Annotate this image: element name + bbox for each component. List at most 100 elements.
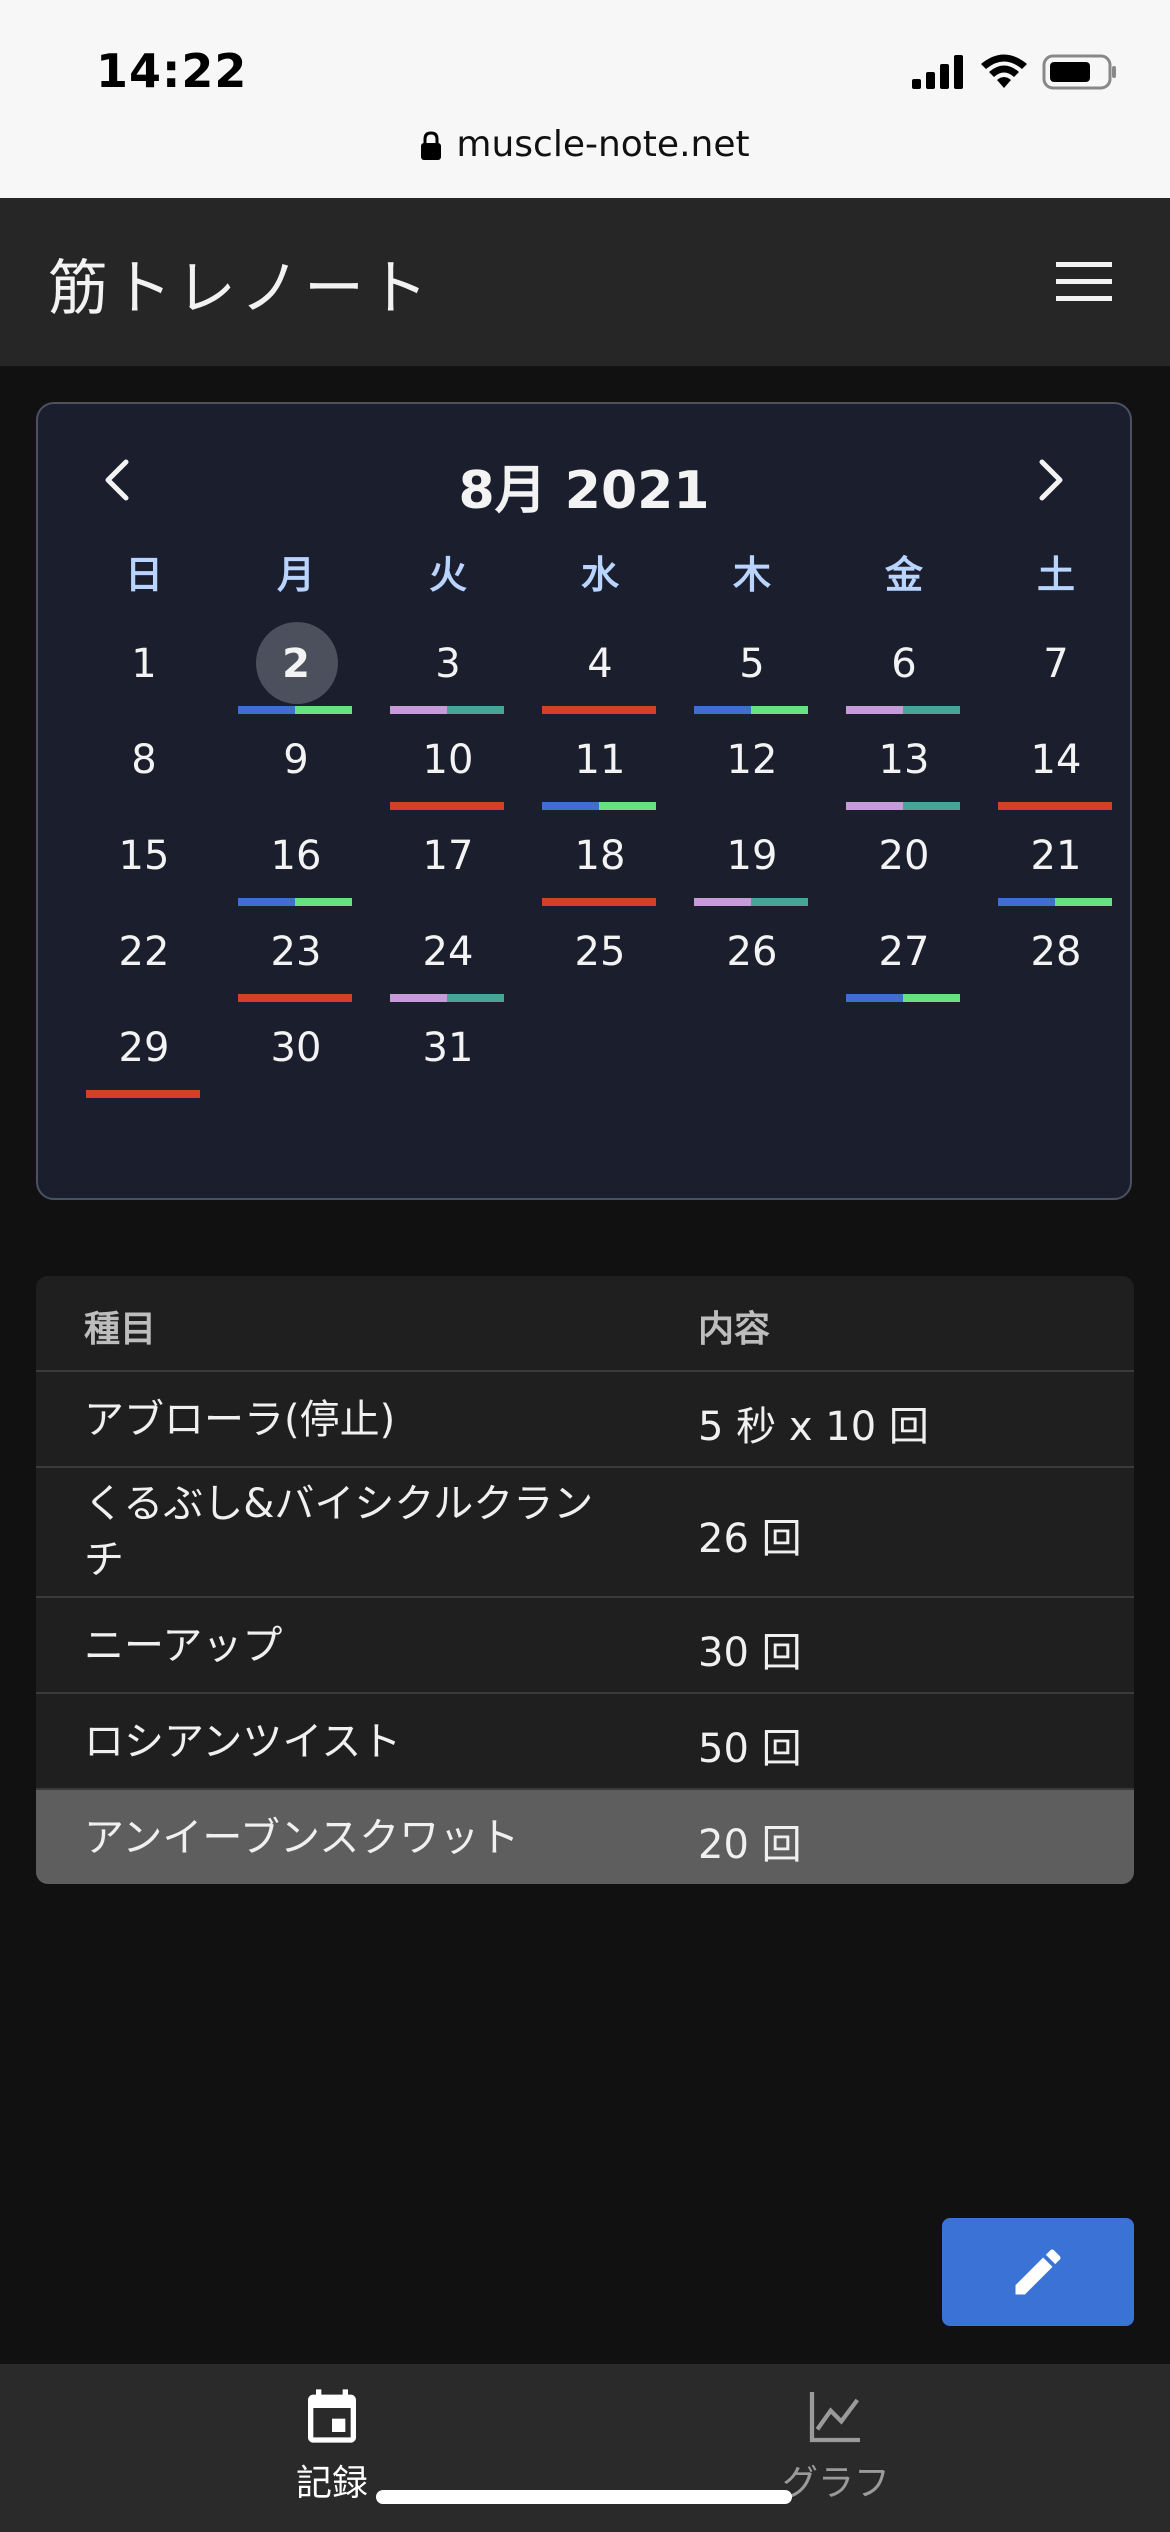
day-number: 29: [118, 1025, 170, 1071]
workout-marker-segment: [903, 802, 960, 810]
workout-marker-segment: [751, 706, 808, 714]
workout-marker-segment: [599, 802, 656, 810]
day-number: 1: [131, 641, 157, 687]
day-number: 20: [878, 833, 930, 879]
workout-marker-bar: [846, 706, 960, 714]
calendar-day[interactable]: 22: [68, 912, 220, 1008]
workout-marker-bar: [390, 802, 504, 810]
calendar-day[interactable]: 23: [220, 912, 372, 1008]
workout-marker-bar: [998, 802, 1112, 810]
workout-marker-segment: [447, 706, 504, 714]
calendar-day[interactable]: 19: [676, 816, 828, 912]
table-header-row: 種目 内容: [36, 1276, 1134, 1372]
workout-marker-segment: [694, 706, 751, 714]
day-number: 17: [422, 833, 474, 879]
battery-icon: [1042, 54, 1116, 90]
day-number: 28: [1030, 929, 1082, 975]
exercise-detail: 50 回: [698, 1726, 802, 1772]
calendar-day[interactable]: 4: [524, 624, 676, 720]
workout-marker-segment: [846, 802, 903, 810]
workout-marker-bar: [846, 994, 960, 1002]
bottom-navigation: 記録 グラフ: [0, 2364, 1170, 2532]
workout-marker-segment: [542, 898, 656, 906]
workout-marker-segment: [1055, 898, 1112, 906]
calendar-day[interactable]: 10: [372, 720, 524, 816]
calendar: 8月 2021 日月火水木金土 1 2 3 4 5 6 7 8 9 10 11 12 13 14 15 16 1…: [36, 402, 1132, 1200]
calendar-day[interactable]: 9: [220, 720, 372, 816]
workout-marker-bar: [390, 994, 504, 1002]
workout-marker-segment: [694, 898, 751, 906]
calendar-day[interactable]: 7: [980, 624, 1132, 720]
calendar-day[interactable]: 11: [524, 720, 676, 816]
address-bar[interactable]: muscle-note.net: [0, 124, 1170, 165]
calendar-day[interactable]: 20: [828, 816, 980, 912]
day-number: 9: [283, 737, 309, 783]
next-month-button[interactable]: [1020, 450, 1080, 510]
weekday-label: 木: [732, 553, 771, 597]
calendar-day[interactable]: 5: [676, 624, 828, 720]
day-number: 11: [574, 737, 626, 783]
calendar-day[interactable]: 15: [68, 816, 220, 912]
calendar-day[interactable]: 3: [372, 624, 524, 720]
calendar-day[interactable]: 26: [676, 912, 828, 1008]
day-number: 6: [891, 641, 917, 687]
calendar-day[interactable]: 24: [372, 912, 524, 1008]
workout-marker-bar: [542, 898, 656, 906]
exercise-name: くるぶし&バイシクルクランチ: [84, 1481, 594, 1583]
exercise-name: アブローラ(停止): [84, 1397, 396, 1443]
browser-status-area: 14:22 muscle-note.net: [0, 0, 1170, 198]
workout-marker-bar: [238, 898, 352, 906]
table-row[interactable]: アブローラ(停止) 5 秒 x 10 回: [36, 1372, 1134, 1468]
url-text: muscle-note.net: [456, 124, 750, 165]
workout-marker-bar: [998, 898, 1112, 906]
table-row[interactable]: ニーアップ 30 回: [36, 1598, 1134, 1694]
records-table: 種目 内容 アブローラ(停止) 5 秒 x 10 回 くるぶし&バイシクルクラン…: [36, 1276, 1134, 1884]
calendar-day[interactable]: 8: [68, 720, 220, 816]
day-number: 26: [726, 929, 778, 975]
day-number: 2: [282, 641, 310, 687]
day-number: 23: [270, 929, 322, 975]
table-row[interactable]: アンイーブンスクワット 20 回: [36, 1790, 1134, 1884]
table-row[interactable]: ロシアンツイスト 50 回: [36, 1694, 1134, 1790]
calendar-day[interactable]: 27: [828, 912, 980, 1008]
edit-record-button[interactable]: [942, 2218, 1134, 2326]
pencil-edit-icon: [1015, 2249, 1061, 2295]
calendar-day[interactable]: 13: [828, 720, 980, 816]
calendar-day[interactable]: 1: [68, 624, 220, 720]
calendar-icon: [308, 2389, 356, 2443]
workout-marker-bar: [694, 706, 808, 714]
calendar-day[interactable]: 21: [980, 816, 1132, 912]
calendar-day[interactable]: 18: [524, 816, 676, 912]
menu-button[interactable]: [1048, 254, 1120, 310]
calendar-day[interactable]: 16: [220, 816, 372, 912]
weekday-label: 日: [124, 553, 163, 597]
workout-marker-segment: [86, 1090, 200, 1098]
calendar-day[interactable]: 28: [980, 912, 1132, 1008]
day-number: 13: [878, 737, 930, 783]
weekday-label: 金: [884, 553, 923, 597]
day-number: 16: [270, 833, 322, 879]
nav-tab-graph[interactable]: グラフ: [716, 2384, 956, 2506]
calendar-day[interactable]: 2: [220, 622, 372, 720]
day-number: 27: [878, 929, 930, 975]
calendar-day[interactable]: 29: [68, 1008, 220, 1104]
calendar-day[interactable]: 12: [676, 720, 828, 816]
workout-marker-bar: [238, 706, 352, 714]
day-number: 19: [726, 833, 778, 879]
calendar-day[interactable]: 6: [828, 624, 980, 720]
weekday-label: 水: [580, 553, 619, 597]
workout-marker-segment: [542, 802, 599, 810]
calendar-day[interactable]: 30: [220, 1008, 372, 1104]
calendar-day[interactable]: 31: [372, 1008, 524, 1104]
column-header-exercise: 種目: [84, 1309, 157, 1350]
cellular-signal-icon: [912, 55, 963, 89]
table-row[interactable]: くるぶし&バイシクルクランチ 26 回: [36, 1468, 1134, 1598]
day-number: 7: [1043, 641, 1069, 687]
calendar-day[interactable]: 14: [980, 720, 1132, 816]
calendar-day[interactable]: 17: [372, 816, 524, 912]
column-header-detail: 内容: [698, 1309, 771, 1350]
calendar-day[interactable]: 25: [524, 912, 676, 1008]
nav-tab-record[interactable]: 記録: [212, 2384, 452, 2506]
workout-marker-segment: [998, 898, 1055, 906]
app-title: 筋トレノート: [48, 254, 432, 324]
